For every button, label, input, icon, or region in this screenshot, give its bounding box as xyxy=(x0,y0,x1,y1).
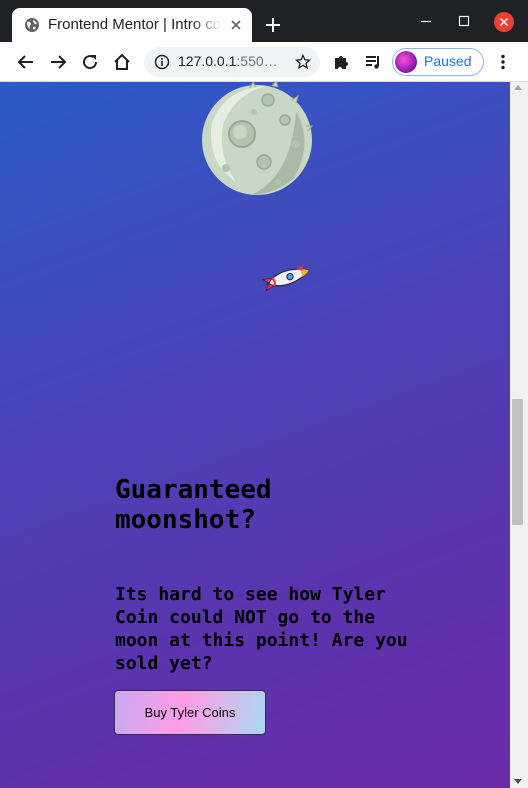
landing-section: Guaranteed moonshot? Its hard to see how… xyxy=(0,82,510,788)
close-tab-icon[interactable] xyxy=(228,17,244,33)
reload-icon[interactable] xyxy=(80,52,100,72)
url-host: 127.0.0.1 xyxy=(178,53,237,69)
profile-label: Paused xyxy=(424,53,472,69)
puzzle-icon[interactable] xyxy=(331,52,351,72)
media-queue-icon[interactable] xyxy=(363,52,383,72)
star-icon[interactable] xyxy=(295,54,311,70)
info-icon[interactable] xyxy=(154,54,170,70)
tab-strip: Frontend Mentor | Intro component with s… xyxy=(0,0,528,42)
close-window-icon[interactable] xyxy=(494,12,514,32)
scroll-down-icon[interactable] xyxy=(514,779,522,784)
page-copy: Its hard to see how Tyler Coin could NOT… xyxy=(115,584,408,674)
avatar xyxy=(395,51,417,73)
arrow-left-icon[interactable] xyxy=(16,52,36,72)
scrollbar-thumb[interactable] xyxy=(512,399,523,525)
page-viewport: Guaranteed moonshot? Its hard to see how… xyxy=(0,82,528,788)
address-bar[interactable]: 127.0.0.1:550… xyxy=(144,47,320,77)
rocket-illustration xyxy=(262,265,310,292)
tab-title-fade xyxy=(192,14,222,36)
globe-icon xyxy=(25,18,39,32)
url-text: 127.0.0.1:550… xyxy=(178,53,278,69)
new-tab-icon[interactable] xyxy=(262,14,284,36)
page-heading: Guaranteed moonshot? xyxy=(115,475,272,535)
scroll-up-icon[interactable] xyxy=(514,85,522,90)
browser-tab[interactable]: Frontend Mentor | Intro component with s… xyxy=(12,8,252,42)
buy-tyler-coins-button[interactable]: Buy Tyler Coins xyxy=(114,690,266,735)
kebab-menu-icon[interactable] xyxy=(493,52,513,72)
browser-toolbar: 127.0.0.1:550… Paused xyxy=(0,42,528,82)
url-rest: :550… xyxy=(236,53,278,69)
minimize-icon[interactable] xyxy=(417,12,435,30)
profile-button[interactable]: Paused xyxy=(392,48,484,76)
browser-window: Frontend Mentor | Intro component with s… xyxy=(0,0,528,788)
vertical-scrollbar[interactable] xyxy=(510,82,528,788)
moon-illustration xyxy=(202,82,314,195)
home-icon[interactable] xyxy=(112,52,132,72)
arrow-right-icon[interactable] xyxy=(48,52,68,72)
maximize-icon[interactable] xyxy=(455,12,473,30)
